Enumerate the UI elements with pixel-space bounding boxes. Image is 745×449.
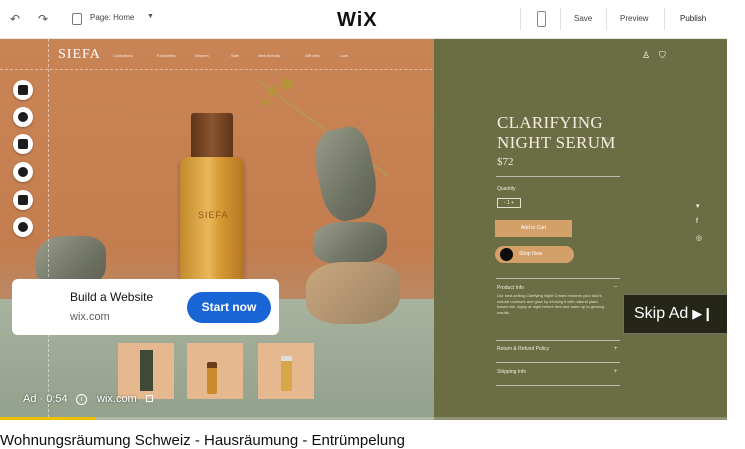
ad-progress-fill [0, 417, 95, 420]
preview-label: Preview [620, 14, 649, 23]
stone [313, 222, 387, 264]
ad-progress-track[interactable] [0, 417, 727, 420]
product-bottle [207, 362, 217, 394]
product-info-label: Product Info [497, 285, 524, 291]
pages-icon [72, 13, 82, 25]
video-title[interactable]: Wohnungsräumung Schweiz - Hausräumung - … [0, 432, 405, 449]
add-to-cart-button: Add to Cart [495, 220, 572, 237]
shipping-info-label: Shipping Info [497, 369, 527, 375]
add-elements-tool[interactable] [13, 80, 33, 100]
site-nav-item: Collections [113, 53, 133, 58]
toolbar-divider [520, 8, 521, 30]
bottle-cap [191, 113, 233, 159]
upload-tool[interactable] [13, 162, 33, 182]
quantity-stepper: - 1 + [497, 198, 521, 208]
media-icon [18, 222, 28, 232]
dried-flower [262, 98, 270, 106]
divider [496, 340, 620, 341]
page-icon [18, 139, 28, 149]
redo-icon: ↷ [37, 12, 49, 26]
divider [496, 176, 620, 177]
dried-flower [280, 78, 294, 90]
cursor-dot [500, 248, 513, 261]
undo-icon: ↶ [9, 12, 21, 26]
info-icon[interactable]: i [76, 394, 87, 405]
media-tool[interactable] [13, 217, 33, 237]
editor-toolbar: ↶ ↷ Page: Home ▼ WiX Save Preview Publis… [0, 0, 727, 39]
serum-bottle [180, 157, 244, 285]
site-nav-item: New Arrivals [258, 53, 281, 58]
publish-label: Publish [680, 14, 707, 23]
cloud-upload-icon [18, 167, 28, 177]
quantity-label: Quantity [497, 186, 516, 192]
facebook-icon: f [696, 218, 698, 225]
expand-icon: + [614, 346, 618, 352]
chevron-down-icon: ▼ [147, 13, 154, 20]
save-label: Save [574, 14, 593, 23]
add-section-tool[interactable] [13, 107, 33, 127]
video-player[interactable]: ↶ ↷ Page: Home ▼ WiX Save Preview Publis… [0, 0, 727, 420]
collapse-icon: – [614, 284, 618, 290]
expand-icon: + [614, 369, 618, 375]
ad-timer: Ad · 0:54 [23, 393, 68, 405]
site-nav-item: Sale [231, 53, 240, 58]
product-box [140, 350, 153, 391]
plus-circle-icon [18, 112, 28, 122]
divider [496, 385, 620, 386]
instagram-icon: ◎ [696, 235, 703, 242]
product-bottle [281, 356, 292, 391]
skip-ad-label: Skip Ad [634, 305, 689, 322]
ad-title[interactable]: Build a Website [70, 290, 153, 304]
product-title: CLARIFYING NIGHT SERUM [497, 113, 616, 152]
skip-next-icon: ▶❙ [692, 306, 714, 321]
page-selector-label: Page: Home [90, 13, 135, 22]
site-nav-item: Lore [340, 53, 349, 58]
external-link-icon[interactable] [146, 395, 153, 402]
dried-flower [268, 86, 278, 96]
divider [496, 278, 620, 279]
mobile-view-icon [537, 11, 546, 27]
wix-logo: WiX [337, 9, 378, 31]
divider [496, 362, 620, 363]
user-icon: ♙ [642, 50, 651, 60]
square-icon [18, 85, 28, 95]
ad-domain: wix.com [70, 311, 110, 323]
site-nav-item: Gift sets [305, 53, 320, 58]
bottle-label: SIEFA [198, 210, 229, 220]
pages-tool[interactable] [13, 134, 33, 154]
ad-link[interactable]: wix.com [97, 393, 137, 405]
skip-ad-button[interactable]: Skip Ad ▶❙ [623, 294, 727, 334]
refund-policy-label: Return & Refund Policy [497, 346, 549, 352]
twitter-icon: ▾ [696, 203, 700, 210]
toolbar-divider [560, 8, 561, 30]
product-info-text: Our best-selling Clarifying Night Cream … [497, 293, 605, 315]
site-nav-item: Women [195, 53, 209, 58]
start-now-button[interactable]: Start now [187, 292, 271, 323]
heart-icon: ♡ [604, 136, 613, 146]
toolbar-divider [606, 8, 607, 30]
site-logo: SIEFA [58, 47, 101, 62]
layout-guide [48, 39, 49, 417]
apps-tool[interactable] [13, 190, 33, 210]
product-price: $72 [497, 156, 514, 168]
cart-icon: ⛉ [659, 50, 666, 60]
apps-icon [18, 195, 28, 205]
toolbar-divider [664, 8, 665, 30]
stone [306, 262, 400, 324]
site-nav-item: Favourites [157, 53, 176, 58]
